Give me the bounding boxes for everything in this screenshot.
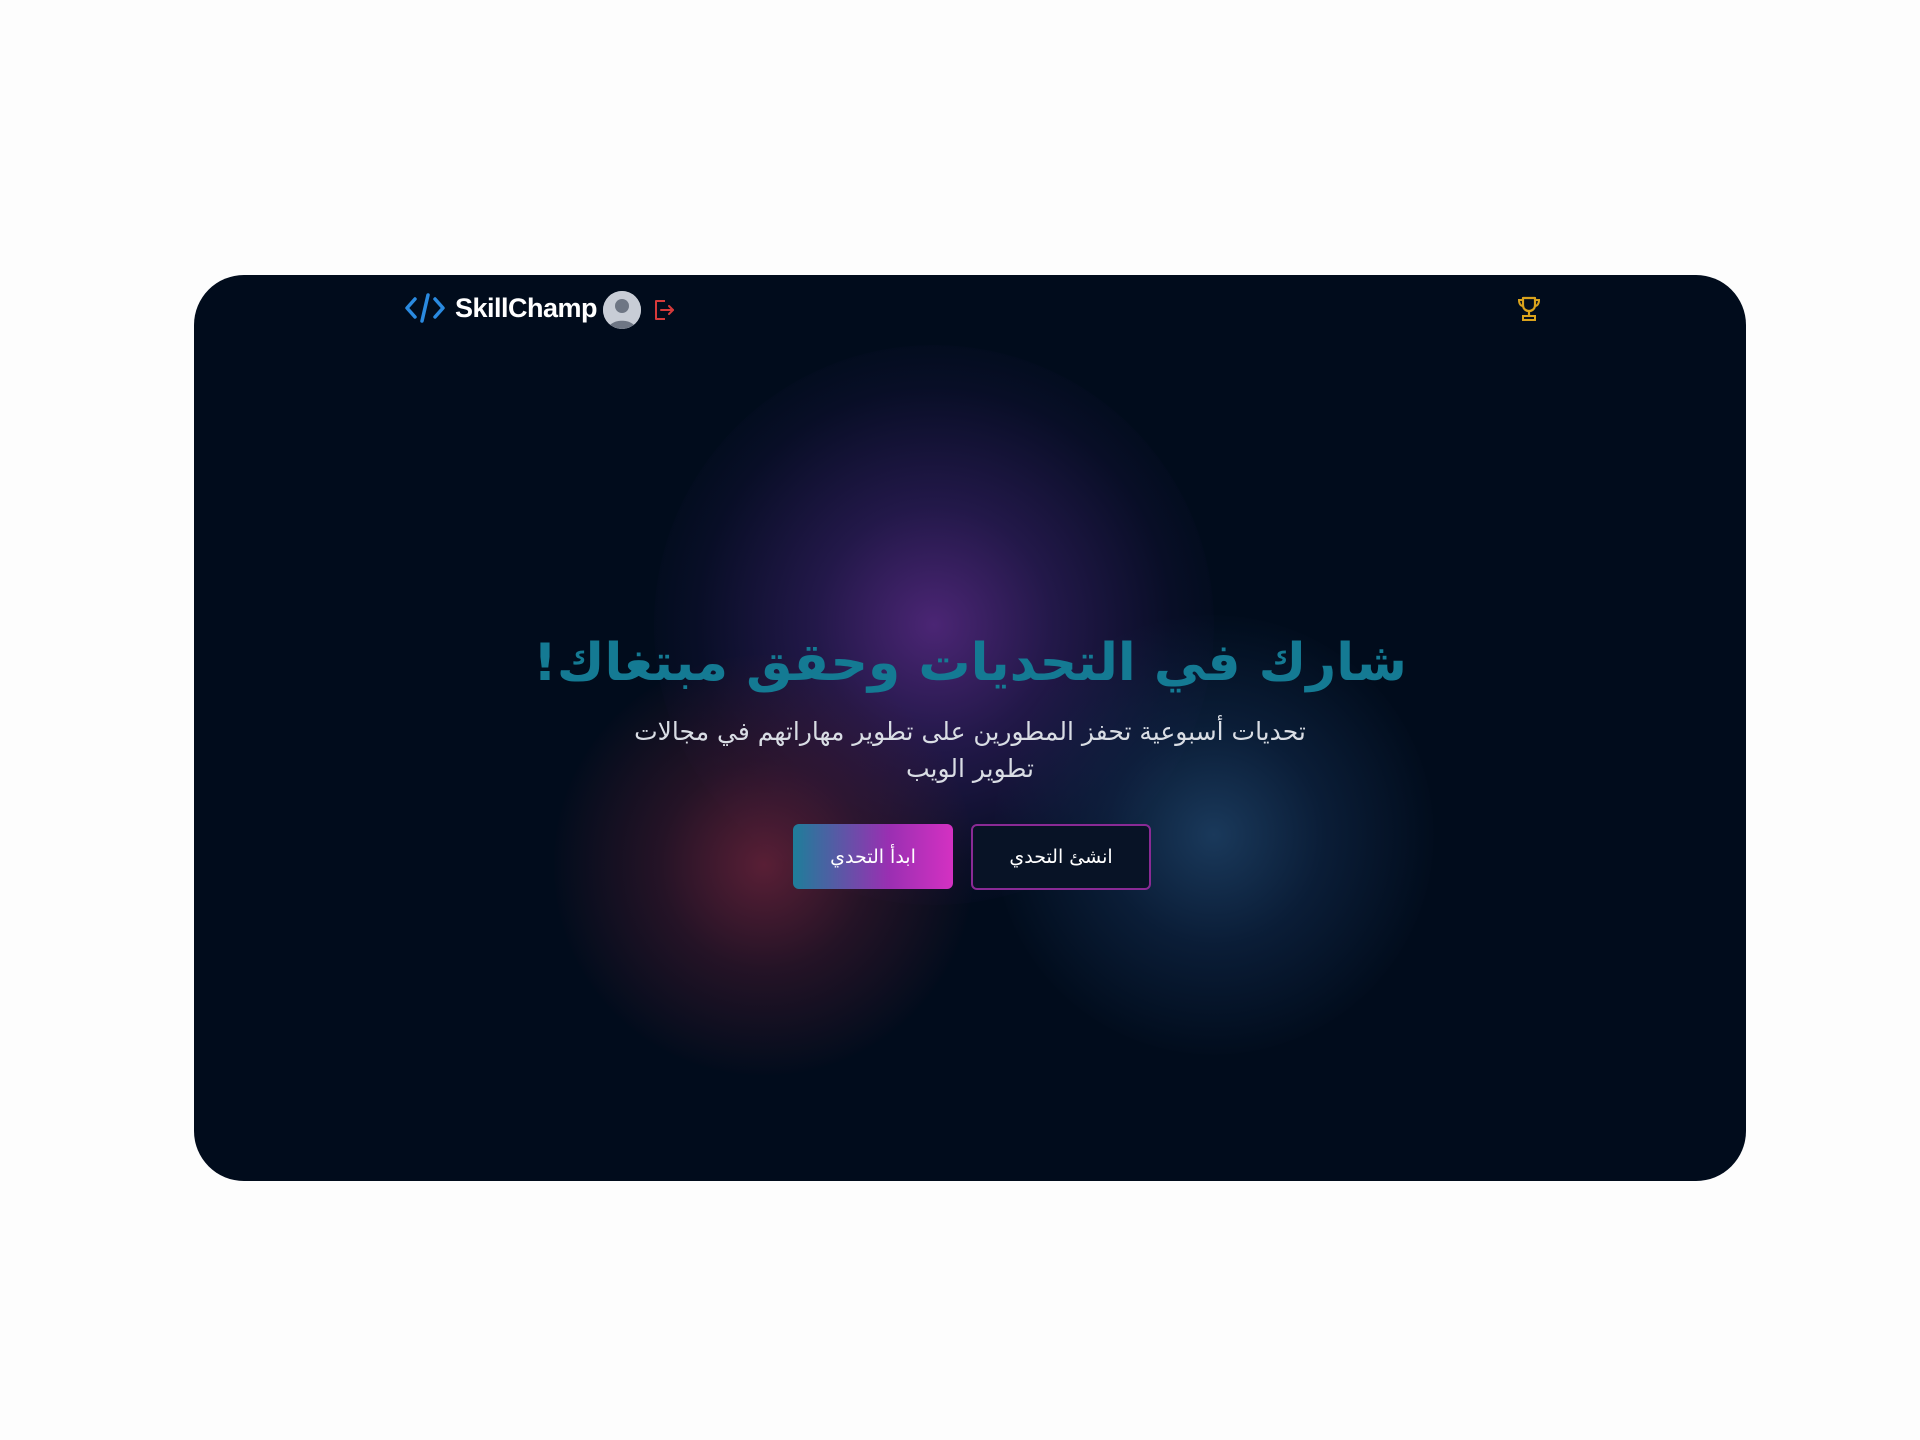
- hero-title: شارك في التحديات وحقق مبتغاك!: [533, 633, 1407, 693]
- hero-section: شارك في التحديات وحقق مبتغاك! تحديات أسب…: [194, 275, 1746, 1181]
- hero-subtitle: تحديات أسبوعية تحفز المطورين على تطوير م…: [634, 717, 1306, 783]
- start-challenge-button[interactable]: ابدأ التحدي: [793, 824, 953, 889]
- app-window: SkillChamp شارك في التحديات وحقق مبتغاك!…: [194, 275, 1746, 1181]
- create-challenge-button[interactable]: انشئ التحدي: [971, 824, 1151, 890]
